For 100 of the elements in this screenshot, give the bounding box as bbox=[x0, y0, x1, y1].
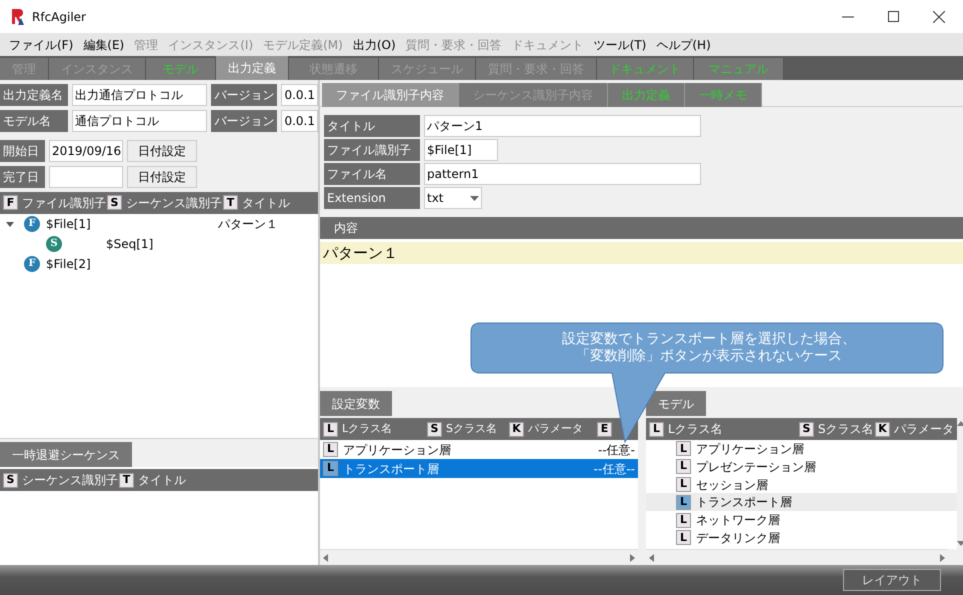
list-row[interactable]: L トランスポート層 --任意-- bbox=[320, 459, 638, 478]
close-icon[interactable] bbox=[933, 10, 945, 22]
row-name: アプリケーション層 bbox=[696, 440, 804, 458]
menu-item[interactable]: ヘルプ(H) bbox=[651, 36, 716, 54]
window-title: RfcAgiler bbox=[32, 8, 86, 26]
row-name: データリンク層 bbox=[696, 530, 780, 547]
text-field[interactable]: $File[1] bbox=[424, 139, 498, 161]
tree-item[interactable]: $File[1] bbox=[46, 214, 218, 232]
date-set-button[interactable]: 日付設定 bbox=[127, 166, 197, 188]
list-row[interactable]: L セッション層 bbox=[646, 476, 957, 494]
file-icon: F bbox=[24, 216, 40, 232]
field-label: ファイル名 bbox=[324, 163, 420, 185]
letter-icon: K bbox=[875, 422, 890, 436]
list-row[interactable]: L アプリケーション層 --任意- bbox=[320, 440, 638, 459]
row-value: --任意- bbox=[598, 442, 635, 458]
file-icon: F bbox=[24, 256, 40, 272]
content-text[interactable]: パターン１ bbox=[320, 242, 963, 264]
menu-item[interactable]: 編集(E) bbox=[78, 36, 130, 54]
column-header: Sクラス名 bbox=[818, 421, 874, 438]
maximize-icon[interactable] bbox=[888, 11, 899, 22]
letter-icon: L bbox=[676, 441, 691, 456]
app-logo-icon bbox=[10, 8, 26, 26]
text-field[interactable]: 0.0.1 bbox=[281, 110, 318, 132]
horizontal-scrollbar[interactable] bbox=[320, 549, 638, 565]
column-header: Lクラス名 bbox=[342, 420, 392, 437]
row-name: セッション層 bbox=[696, 476, 768, 494]
tree-item-title: パターン１ bbox=[218, 216, 278, 232]
letter-icon: E bbox=[597, 422, 612, 436]
date-field[interactable]: 2019/09/16 bbox=[49, 140, 123, 162]
row-name: トランスポート層 bbox=[343, 460, 440, 478]
letter-icon: L bbox=[676, 512, 691, 528]
letter-icon: L bbox=[323, 442, 338, 457]
scroll-down-icon[interactable] bbox=[957, 541, 963, 546]
letter-icon: S bbox=[3, 472, 18, 488]
field-label: 出力定義名 bbox=[0, 84, 68, 106]
row-name: トランスポート層 bbox=[696, 494, 792, 512]
date-field[interactable] bbox=[49, 166, 123, 188]
column-header: Lクラス名 bbox=[668, 421, 723, 438]
sequence-icon: S bbox=[46, 236, 62, 252]
extension-select[interactable]: txt bbox=[424, 187, 482, 209]
text-field[interactable]: 0.0.1 bbox=[281, 84, 318, 106]
list-row[interactable]: L トランスポート層 bbox=[646, 493, 957, 512]
text-field[interactable]: pattern1 bbox=[424, 163, 701, 185]
text-field[interactable]: 出力通信プロトコル bbox=[72, 84, 208, 106]
text-field[interactable]: パターン1 bbox=[424, 115, 701, 137]
row-name: ネットワーク層 bbox=[696, 512, 780, 530]
list-row[interactable]: L プレゼンテーション層 bbox=[646, 458, 957, 476]
letter-icon: L bbox=[676, 530, 691, 546]
field-label: ファイル識別子 bbox=[324, 139, 420, 161]
scroll-up-icon[interactable] bbox=[957, 421, 963, 426]
select-value: txt bbox=[427, 190, 444, 207]
field-label: 開始日 bbox=[0, 140, 45, 162]
scroll-left-icon[interactable] bbox=[323, 554, 328, 562]
column-header: タイトル bbox=[242, 194, 290, 212]
list-row[interactable]: L ネットワーク層 bbox=[646, 511, 957, 529]
row-name: アプリケーション層 bbox=[343, 442, 452, 458]
letter-icon: L bbox=[323, 461, 338, 476]
expander-icon[interactable] bbox=[6, 220, 14, 228]
letter-icon: S bbox=[107, 195, 122, 210]
callout-text: 設定変数でトランスポート層を選択した場合、 「変数削除」ボタンが表示されないケース bbox=[561, 330, 857, 366]
list-row[interactable]: L データリンク層 bbox=[646, 528, 957, 547]
letter-icon: T bbox=[223, 195, 238, 210]
field-label: 完了日 bbox=[0, 166, 45, 188]
letter-icon: K bbox=[509, 422, 524, 436]
field-label: バージョン bbox=[211, 84, 278, 106]
content-header: 内容 bbox=[320, 217, 963, 239]
row-value: --任意-- bbox=[594, 460, 635, 478]
menu-item[interactable]: 出力(O) bbox=[348, 36, 401, 54]
field-label: バージョン bbox=[211, 110, 278, 132]
panel-tab[interactable]: モデル bbox=[646, 391, 706, 416]
column-header: シーケンス識別子 bbox=[22, 472, 118, 489]
letter-icon: T bbox=[119, 472, 134, 488]
menu-item[interactable]: ファイル(F) bbox=[4, 36, 78, 54]
field-label: タイトル bbox=[324, 115, 420, 137]
dropdown-caret-icon bbox=[470, 196, 479, 200]
letter-icon: F bbox=[3, 195, 18, 210]
minimize-icon[interactable] bbox=[842, 16, 854, 18]
column-header: シーケンス識別子 bbox=[126, 194, 222, 212]
layout-button[interactable]: レイアウト bbox=[843, 569, 941, 591]
letter-icon: S bbox=[799, 422, 814, 436]
letter-icon: L bbox=[676, 476, 691, 492]
tree-item[interactable]: $File[2] bbox=[46, 254, 218, 272]
row-name: プレゼンテーション層 bbox=[696, 458, 816, 476]
panel-tab[interactable]: 一時退避シーケンス bbox=[0, 442, 132, 468]
text-field[interactable]: 通信プロトコル bbox=[72, 110, 208, 132]
panel-tab[interactable]: 設定変数 bbox=[320, 391, 392, 416]
date-set-button[interactable]: 日付設定 bbox=[127, 140, 197, 162]
letter-icon: S bbox=[427, 422, 442, 436]
column-header: ファイル識別子 bbox=[22, 194, 106, 212]
menu-item[interactable]: ツール(T) bbox=[588, 36, 652, 54]
tree-item[interactable]: $Seq[1] bbox=[106, 234, 154, 252]
scroll-left-icon[interactable] bbox=[649, 554, 654, 562]
scroll-right-icon[interactable] bbox=[630, 554, 635, 562]
letter-icon: L bbox=[676, 459, 691, 474]
column-header: パラメータ bbox=[528, 420, 583, 437]
scroll-right-icon[interactable] bbox=[940, 554, 945, 562]
list-row[interactable]: L アプリケーション層 bbox=[646, 440, 957, 458]
field-label: Extension bbox=[324, 187, 420, 209]
letter-icon: L bbox=[323, 422, 338, 436]
letter-icon: L bbox=[676, 494, 691, 510]
